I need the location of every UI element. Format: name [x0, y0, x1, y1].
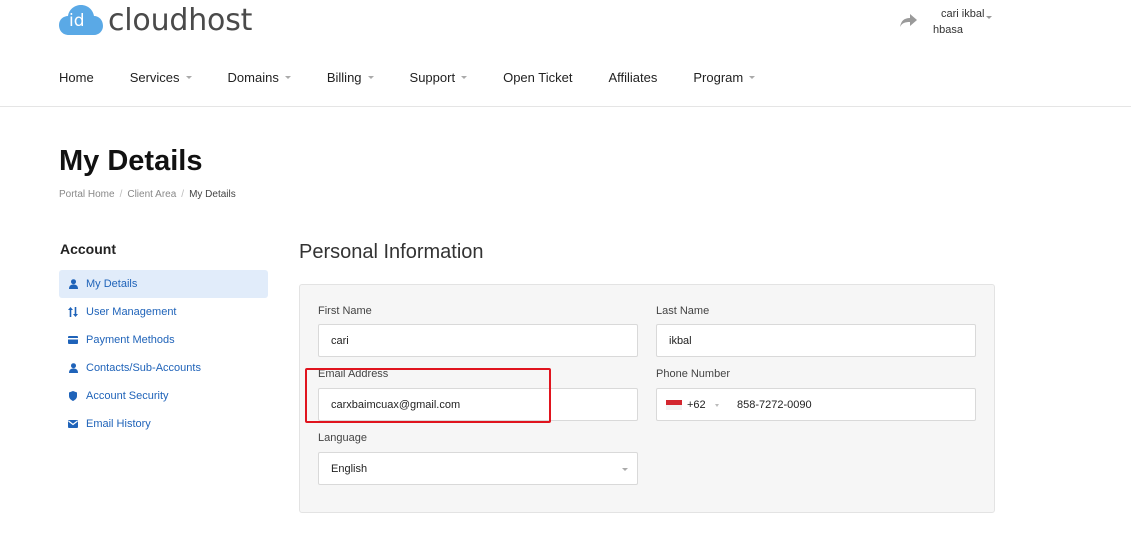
section-title: Personal Information — [299, 241, 484, 263]
sidebar-item-label: Account Security — [86, 390, 169, 402]
sidebar-item-label: My Details — [86, 278, 138, 290]
main-nav: Home Services Domains Billing Support Op… — [59, 67, 791, 87]
nav-label: Home — [59, 69, 94, 85]
nav-label: Open Ticket — [503, 69, 573, 85]
indonesia-flag-icon[interactable] — [666, 400, 682, 410]
phone-number-value: 858-7272-0090 — [737, 399, 812, 411]
chevron-down-icon[interactable] — [986, 16, 992, 19]
nav-label: Billing — [326, 69, 362, 85]
nav-label: Services — [129, 69, 180, 85]
sidebar-item-label: Contacts/Sub-Accounts — [86, 362, 201, 374]
nav-affiliates[interactable]: Affiliates — [608, 67, 657, 87]
sidebar-item-contacts[interactable]: Contacts/Sub-Accounts — [59, 354, 268, 382]
sidebar: My Details User Management Payment Metho… — [59, 270, 268, 438]
nav-services[interactable]: Services — [130, 67, 192, 87]
nav-domains[interactable]: Domains — [228, 67, 291, 87]
last-name-label: Last Name — [656, 305, 710, 317]
breadcrumb-separator: / — [119, 189, 123, 200]
chevron-down-icon — [622, 468, 628, 471]
first-name-input[interactable]: cari — [318, 324, 638, 357]
email-value: carxbaimcuax@gmail.com — [331, 398, 461, 411]
page-title: My Details — [59, 145, 203, 177]
sidebar-item-email-history[interactable]: Email History — [59, 410, 268, 438]
sort-arrows-icon — [68, 307, 78, 317]
sidebar-title: Account — [60, 241, 116, 257]
share-icon[interactable] — [900, 12, 918, 28]
nav-label: Affiliates — [608, 69, 658, 85]
first-name-label: First Name — [318, 305, 372, 317]
breadcrumb: Portal Home / Client Area / My Details — [59, 189, 236, 200]
sidebar-item-payment-methods[interactable]: Payment Methods — [59, 326, 268, 354]
nav-open-ticket[interactable]: Open Ticket — [503, 67, 572, 87]
nav-billing[interactable]: Billing — [327, 67, 374, 87]
credit-card-icon — [68, 335, 78, 345]
nav-support[interactable]: Support — [410, 67, 468, 87]
nav-label: Domains — [227, 69, 279, 85]
email-field[interactable]: carxbaimcuax@gmail.com — [318, 388, 638, 421]
chevron-down-icon — [185, 75, 192, 79]
sidebar-item-user-management[interactable]: User Management — [59, 298, 268, 326]
chevron-down-icon — [284, 75, 291, 79]
dial-code[interactable]: +62 — [687, 399, 706, 411]
user-name-line2: hbasa — [933, 24, 963, 36]
shield-icon — [68, 391, 78, 401]
language-label: Language — [318, 432, 367, 444]
chevron-down-icon — [367, 75, 374, 79]
brand-logo[interactable]: id cloudhost — [59, 3, 252, 39]
nav-label: Support — [409, 69, 456, 85]
sidebar-item-label: Payment Methods — [86, 334, 175, 346]
logo-badge-text: id — [69, 11, 85, 31]
sidebar-item-my-details[interactable]: My Details — [59, 270, 268, 298]
last-name-value: ikbal — [669, 334, 692, 347]
first-name-value: cari — [331, 334, 349, 347]
phone-label: Phone Number — [656, 368, 730, 380]
last-name-input[interactable]: ikbal — [656, 324, 976, 357]
user-icon — [68, 279, 78, 289]
chevron-down-icon — [749, 75, 756, 79]
phone-field[interactable]: +62 858-7272-0090 — [656, 388, 976, 421]
user-icon — [68, 363, 78, 373]
language-value: English — [331, 462, 368, 475]
nav-home[interactable]: Home — [59, 67, 94, 87]
breadcrumb-separator: / — [181, 189, 185, 200]
brand-name: cloudhost — [108, 3, 253, 38]
language-select[interactable]: English — [318, 452, 638, 485]
sidebar-item-label: Email History — [86, 418, 151, 430]
email-label: Email Address — [318, 368, 389, 380]
breadcrumb-current: My Details — [189, 189, 236, 200]
user-menu[interactable]: cari ikbal hbasa — [900, 4, 1000, 40]
sidebar-item-label: User Management — [86, 306, 177, 318]
site-header: id cloudhost cari ikbal hbasa Home Servi… — [0, 0, 1131, 107]
nav-label: Program — [693, 69, 744, 85]
sidebar-item-account-security[interactable]: Account Security — [59, 382, 268, 410]
envelope-icon — [68, 419, 78, 429]
user-name-line1: cari ikbal — [941, 8, 985, 20]
breadcrumb-client-area[interactable]: Client Area — [127, 189, 176, 200]
chevron-down-icon[interactable] — [715, 404, 719, 407]
breadcrumb-portal-home[interactable]: Portal Home — [59, 189, 115, 200]
nav-program[interactable]: Program — [693, 67, 756, 87]
chevron-down-icon — [461, 75, 468, 79]
cloud-icon: id — [59, 5, 103, 37]
